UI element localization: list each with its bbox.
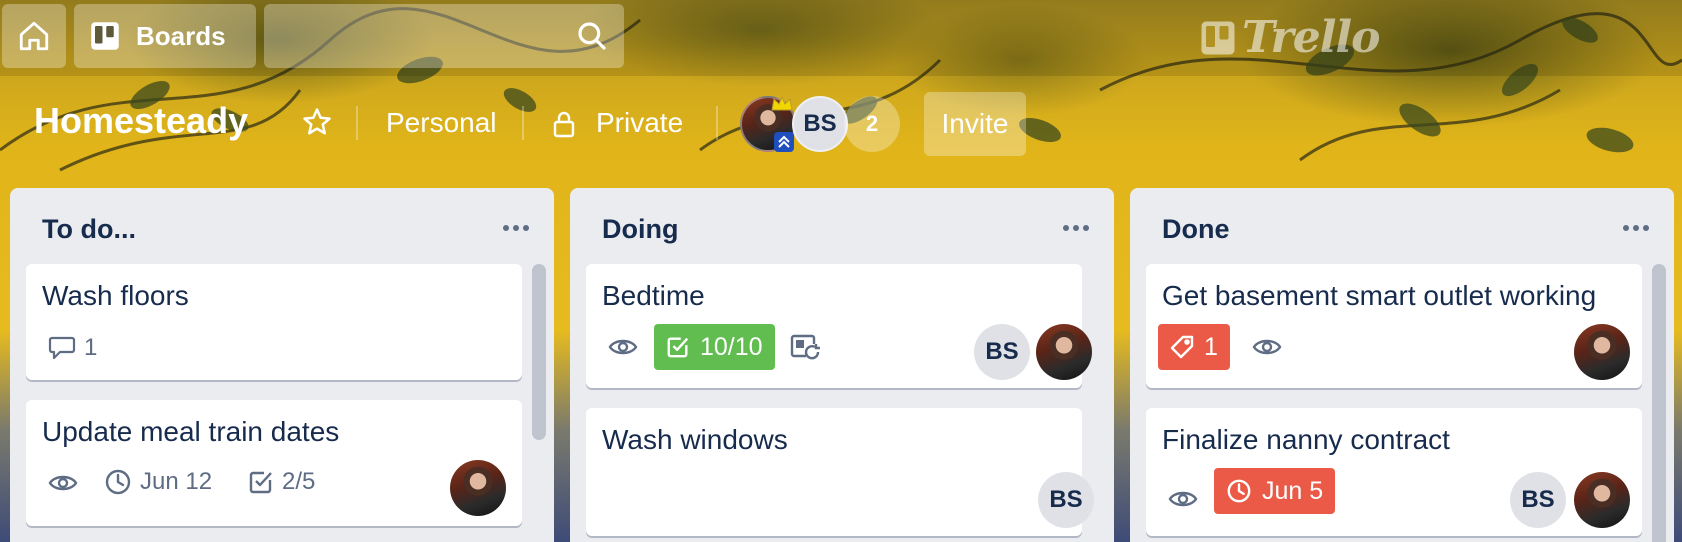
card-title: Bedtime bbox=[602, 280, 705, 311]
home-icon bbox=[19, 21, 49, 51]
card-title: Finalize nanny contract bbox=[1162, 424, 1450, 455]
list-done: Done Get basement smart outlet working 1… bbox=[1130, 188, 1674, 542]
watching-eye-icon bbox=[1168, 491, 1198, 507]
more-members-count[interactable]: 2 bbox=[844, 96, 900, 152]
overdue-date-badge: Jun 5 bbox=[1214, 468, 1336, 514]
tag-icon bbox=[1170, 335, 1194, 359]
boards-button[interactable]: Boards bbox=[74, 4, 256, 68]
card-title: Wash windows bbox=[602, 424, 788, 455]
card-bedtime[interactable]: Bedtime 10/10 BS bbox=[586, 264, 1092, 388]
card-member-initials[interactable]: BS bbox=[1038, 472, 1094, 528]
due-date: Jun 12 bbox=[140, 468, 213, 495]
lock-icon bbox=[553, 111, 575, 138]
trello-logo-icon bbox=[1201, 21, 1235, 54]
trello-logo[interactable]: Trello bbox=[1200, 12, 1380, 63]
card-get-basement-smart-outlet-working[interactable]: Get basement smart outlet working 1 bbox=[1146, 264, 1642, 388]
list-doing: Doing Bedtime 10/10 BS Wash windows BS bbox=[570, 188, 1114, 542]
label-count-badge: 1 bbox=[1158, 324, 1230, 370]
header-divider bbox=[356, 106, 358, 140]
due-date: Jun 5 bbox=[1262, 476, 1324, 505]
list-scrollbar[interactable] bbox=[532, 264, 546, 440]
watching-eye-icon bbox=[1252, 339, 1282, 355]
member-initials-avatar[interactable]: BS bbox=[792, 96, 848, 152]
clock-icon bbox=[105, 469, 131, 495]
header-divider bbox=[522, 106, 524, 140]
comment-icon bbox=[48, 336, 76, 360]
clock-icon bbox=[1227, 479, 1251, 503]
due-date-badge: Jun 12 bbox=[104, 468, 212, 496]
search-input[interactable] bbox=[264, 4, 624, 68]
visibility-button[interactable]: Private bbox=[596, 107, 683, 139]
card-wash-windows[interactable]: Wash windows BS bbox=[586, 408, 1094, 536]
list-menu-icon[interactable] bbox=[1622, 224, 1650, 232]
card-wash-floors[interactable]: Wash floors 1 bbox=[26, 264, 522, 380]
card-member-avatar[interactable] bbox=[1574, 472, 1630, 528]
list-menu-icon[interactable] bbox=[502, 224, 530, 232]
card-member-initials[interactable]: BS bbox=[1510, 472, 1566, 528]
card-title: Wash floors bbox=[42, 280, 189, 311]
board-title[interactable]: Homesteady bbox=[34, 100, 248, 142]
list-menu-icon[interactable] bbox=[1062, 224, 1090, 232]
card-member-avatar[interactable] bbox=[1574, 324, 1630, 380]
admin-crown-icon bbox=[771, 96, 793, 111]
logo-text: Trello bbox=[1242, 12, 1380, 63]
search-icon bbox=[578, 22, 606, 50]
list-title[interactable]: Doing bbox=[602, 214, 678, 245]
watching-eye-icon bbox=[608, 339, 638, 355]
card-update-meal-train-dates[interactable]: Update meal train dates Jun 12 2/5 bbox=[26, 400, 522, 526]
checklist-progress: 2/5 bbox=[282, 468, 316, 495]
recurring-card-icon bbox=[790, 334, 820, 360]
list-title[interactable]: To do... bbox=[42, 214, 136, 245]
card-member-avatar[interactable] bbox=[1036, 324, 1092, 380]
boards-icon bbox=[91, 22, 119, 50]
list-scrollbar[interactable] bbox=[1652, 264, 1666, 542]
card-title: Get basement smart outlet working bbox=[1162, 280, 1597, 311]
checklist-icon bbox=[249, 471, 272, 494]
checklist-progress: 10/10 bbox=[700, 332, 763, 361]
card-finalize-nanny-contract[interactable]: Finalize nanny contract Jun 5 BS bbox=[1146, 408, 1642, 536]
card-title: Update meal train dates bbox=[42, 416, 340, 447]
admin-chevron-icon bbox=[774, 132, 794, 152]
checklist-icon bbox=[667, 337, 689, 358]
invite-button[interactable]: Invite bbox=[924, 92, 1026, 156]
team-button[interactable]: Personal bbox=[386, 107, 497, 139]
star-icon[interactable] bbox=[302, 107, 332, 137]
watching-eye-icon bbox=[48, 475, 78, 491]
comments-badge: 1 bbox=[48, 334, 97, 362]
boards-label: Boards bbox=[136, 20, 226, 51]
header-divider bbox=[716, 106, 718, 140]
card-member-initials[interactable]: BS bbox=[974, 324, 1030, 380]
list-to-do: To do... Wash floors 1 Update meal train… bbox=[10, 188, 554, 542]
checklist-badge: 2/5 bbox=[248, 468, 315, 496]
checklist-complete-badge: 10/10 bbox=[654, 324, 775, 370]
list-title[interactable]: Done bbox=[1162, 214, 1230, 245]
label-count: 1 bbox=[1204, 332, 1218, 361]
home-button[interactable] bbox=[2, 4, 66, 68]
comments-count: 1 bbox=[84, 334, 98, 361]
card-member-avatar[interactable] bbox=[450, 460, 506, 516]
